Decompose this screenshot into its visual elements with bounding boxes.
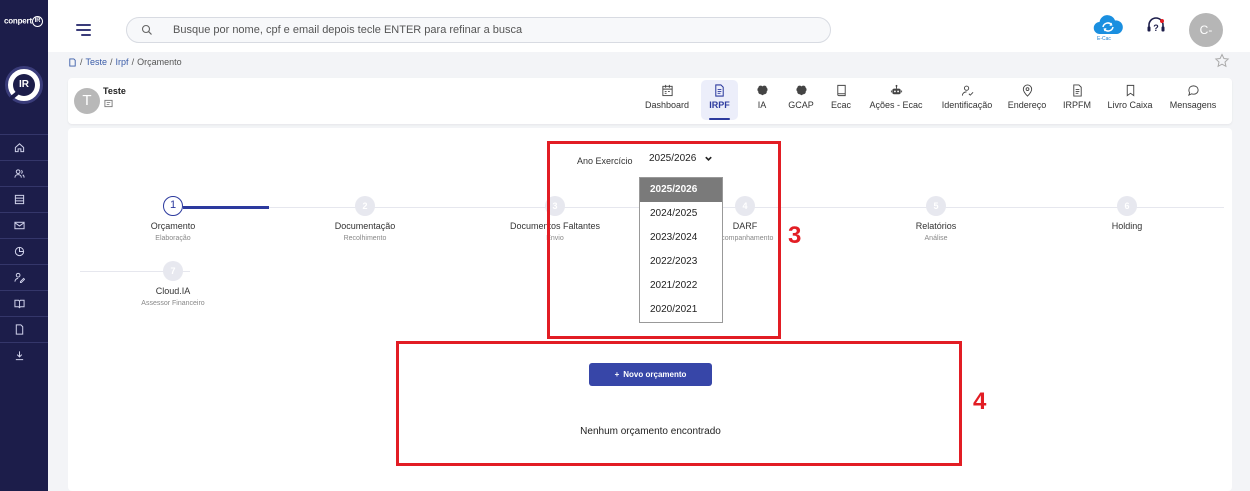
sidebar-item-user-edit[interactable] <box>0 264 48 290</box>
id-card-icon[interactable] <box>104 99 113 108</box>
tab-ia[interactable]: IA <box>749 80 775 120</box>
breadcrumb-current: Orçamento <box>137 57 182 67</box>
help-button[interactable]: ? <box>1145 16 1167 43</box>
tab-irpfm[interactable]: IRPFM <box>1058 80 1096 120</box>
user-edit-icon <box>14 272 25 283</box>
tab-mensagens[interactable]: Mensagens <box>1166 80 1220 120</box>
tab-acoes-ecac[interactable]: Ações - Ecac <box>864 80 928 120</box>
ecac-cloud-button[interactable]: E-Cac <box>1091 14 1125 42</box>
annotation-number-3: 3 <box>788 222 802 249</box>
step-cloud-ia[interactable]: 7 Cloud.IA Assessor Financeiro <box>108 261 238 307</box>
tab-ecac[interactable]: Ecac <box>826 80 856 120</box>
tab-identificacao[interactable]: Identificação <box>937 80 997 120</box>
location-pin-icon <box>1022 84 1032 97</box>
breadcrumb-item[interactable]: Irpf <box>116 57 129 67</box>
annotation-box-3 <box>547 141 781 339</box>
tab-irpf[interactable]: IRPF <box>701 80 738 120</box>
book-icon <box>14 299 25 308</box>
sidebar-item-home[interactable] <box>0 134 48 160</box>
cloud-sync-icon <box>1093 15 1123 35</box>
menu-toggle-button[interactable] <box>76 24 91 39</box>
top-bar: E-Cac ? C- <box>48 0 1250 52</box>
step-relatorios[interactable]: 5 Relatórios Análise <box>871 196 1001 242</box>
user-avatar[interactable]: C- <box>1189 13 1223 47</box>
sidebar: conpert IR IR <box>0 0 48 491</box>
list-icon <box>14 194 25 204</box>
user-check-icon <box>961 85 973 96</box>
brain-icon <box>756 85 768 96</box>
favorite-star-icon[interactable] <box>1214 53 1230 69</box>
sidebar-item-charts[interactable] <box>0 238 48 264</box>
client-avatar: T <box>74 88 100 114</box>
download-icon <box>15 350 24 360</box>
sidebar-item-users[interactable] <box>0 160 48 186</box>
tab-gcap[interactable]: GCAP <box>784 80 818 120</box>
search-icon <box>141 24 152 35</box>
sidebar-item-mail[interactable] <box>0 212 48 238</box>
annotation-box-4 <box>396 341 962 466</box>
step-documentacao[interactable]: 2 Documentação Recolhimento <box>300 196 430 242</box>
calendar-icon <box>661 84 673 97</box>
chat-bubble-icon <box>1187 85 1199 97</box>
tab-livro-caixa[interactable]: Livro Caixa <box>1104 80 1156 120</box>
tab-endereco[interactable]: Endereço <box>1005 80 1049 120</box>
pie-chart-icon <box>14 246 25 256</box>
users-icon <box>14 168 25 178</box>
brain-icon <box>795 85 807 96</box>
help-support-icon: ? <box>1147 17 1165 33</box>
document-icon <box>1072 84 1082 97</box>
sidebar-item-document[interactable] <box>0 316 48 342</box>
sidebar-item-list[interactable] <box>0 186 48 212</box>
mail-icon <box>14 221 25 229</box>
search-bar[interactable] <box>126 17 831 43</box>
ir-logo[interactable]: IR <box>5 66 43 104</box>
ecac-label: E-Cac <box>1097 36 1111 42</box>
home-icon <box>14 142 25 152</box>
step-holding[interactable]: 6 Holding <box>1062 196 1192 235</box>
annotation-number-4: 4 <box>973 388 987 415</box>
step-orcamento[interactable]: 1 Orçamento Elaboração <box>108 196 238 242</box>
document-icon <box>715 84 724 97</box>
client-header-card: T Teste Dashboard IRPF IA GCAP Ecac Açõe… <box>68 78 1232 124</box>
bookmark-icon <box>1126 84 1134 97</box>
document-icon <box>15 323 24 335</box>
book-icon <box>836 84 846 97</box>
breadcrumb: / Teste / Irpf / Orçamento <box>68 57 182 67</box>
client-name: Teste <box>103 86 126 96</box>
svg-text:?: ? <box>1153 23 1159 33</box>
robot-icon <box>890 84 902 95</box>
document-icon <box>69 57 76 67</box>
breadcrumb-item[interactable]: Teste <box>86 57 108 67</box>
brand-logo-text: conpert IR <box>4 16 43 27</box>
tab-dashboard[interactable]: Dashboard <box>640 80 694 120</box>
search-input[interactable] <box>173 22 813 38</box>
sidebar-item-book[interactable] <box>0 290 48 316</box>
sidebar-item-download[interactable] <box>0 342 48 368</box>
